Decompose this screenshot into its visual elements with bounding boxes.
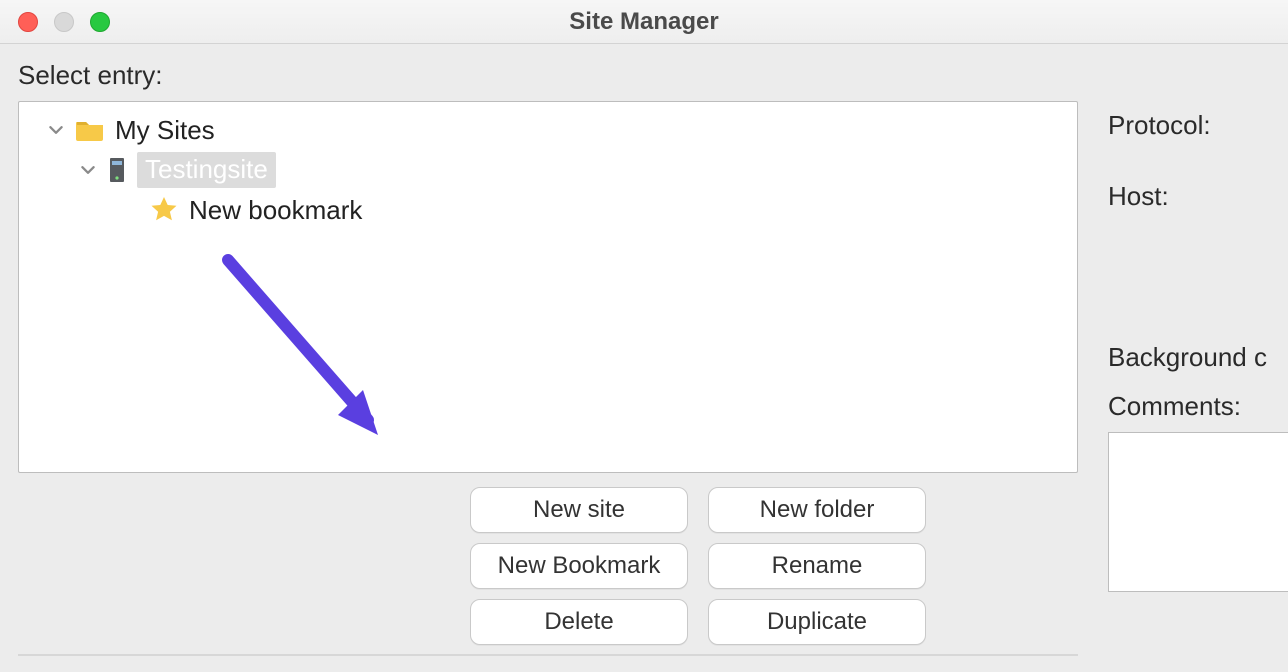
background-color-label: Background c [1108, 342, 1288, 373]
delete-button[interactable]: Delete [470, 599, 688, 645]
tree-row-bookmark[interactable]: New bookmark [29, 190, 1067, 230]
comments-textarea[interactable] [1108, 432, 1288, 592]
host-label: Host: [1108, 181, 1288, 212]
tree-root-label: My Sites [115, 115, 215, 146]
new-site-button[interactable]: New site [470, 487, 688, 533]
chevron-down-icon[interactable] [79, 161, 97, 179]
minimize-window-button[interactable] [54, 12, 74, 32]
protocol-label: Protocol: [1108, 110, 1288, 141]
window-title: Site Manager [0, 8, 1288, 36]
server-icon [107, 156, 127, 184]
select-entry-label: Select entry: [18, 60, 1078, 91]
chevron-down-icon[interactable] [47, 121, 65, 139]
tree-bookmark-label: New bookmark [189, 195, 362, 226]
duplicate-button[interactable]: Duplicate [708, 599, 926, 645]
new-bookmark-button[interactable]: New Bookmark [470, 543, 688, 589]
site-tree[interactable]: My Sites Testingsite New bookmark [18, 101, 1078, 473]
divider [18, 654, 1078, 656]
new-folder-button[interactable]: New folder [708, 487, 926, 533]
close-window-button[interactable] [18, 12, 38, 32]
folder-icon [75, 118, 105, 142]
tree-row-site[interactable]: Testingsite [29, 150, 1067, 190]
right-column: Protocol: Host: Background c Comments: [1108, 60, 1288, 660]
tree-row-root[interactable]: My Sites [29, 110, 1067, 150]
left-column: Select entry: My Sites Testingsite [18, 60, 1078, 660]
window-controls [18, 12, 110, 32]
tree-site-label: Testingsite [137, 152, 276, 188]
comments-label: Comments: [1108, 391, 1288, 422]
titlebar: Site Manager [0, 0, 1288, 44]
entry-buttons: New site New folder New Bookmark Rename … [470, 487, 926, 645]
zoom-window-button[interactable] [90, 12, 110, 32]
star-icon [149, 195, 179, 225]
content: Select entry: My Sites Testingsite [0, 44, 1288, 672]
rename-button[interactable]: Rename [708, 543, 926, 589]
